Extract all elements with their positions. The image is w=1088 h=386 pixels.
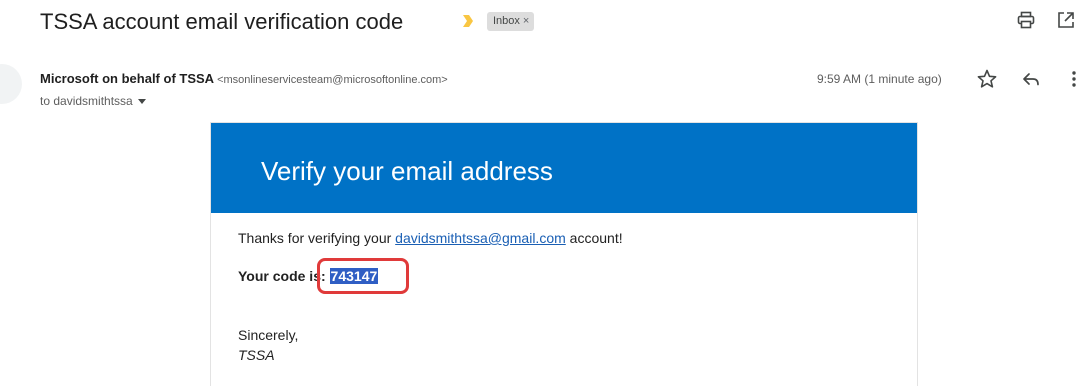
thanks-suffix: account!: [565, 230, 623, 246]
message-timestamp: 9:59 AM (1 minute ago): [817, 72, 942, 86]
email-view: TSSA account email verification code Inb…: [0, 0, 1088, 386]
closing-text: Sincerely,: [238, 327, 299, 343]
inbox-label-text: Inbox: [493, 15, 520, 27]
banner-title: Verify your email address: [261, 156, 553, 186]
thanks-prefix: Thanks for verifying your: [238, 230, 396, 246]
sender-email: <msonlineservicesteam@microsoftonline.co…: [217, 74, 448, 86]
open-in-new-window-icon[interactable]: [1056, 10, 1076, 30]
print-icon[interactable]: [1016, 10, 1036, 30]
recipient-details-toggle[interactable]: to davidsmithtssa: [40, 94, 146, 108]
inbox-label-chip: Inbox ×: [487, 12, 535, 31]
star-icon[interactable]: [976, 68, 998, 90]
chevron-down-icon: [137, 99, 146, 105]
sender-name[interactable]: Microsoft on behalf of TSSA: [40, 71, 214, 86]
email-banner: Verify your email address: [211, 123, 917, 213]
email-body-card: Verify your email address Thanks for ver…: [210, 122, 918, 386]
sender-avatar[interactable]: [0, 64, 22, 104]
sender-info: Microsoft on behalf of TSSA <msonlineserv…: [40, 70, 448, 89]
recipient-text: to davidsmithtssa: [40, 94, 133, 108]
code-label: Your code is:: [238, 268, 330, 284]
email-subject: TSSA account email verification code: [40, 9, 404, 34]
more-vertical-icon[interactable]: [1063, 68, 1085, 90]
remove-label-button[interactable]: ×: [523, 15, 529, 27]
signature-text: TSSA: [238, 347, 275, 363]
importance-marker-icon[interactable]: [462, 14, 474, 28]
thanks-message: Thanks for verifying your davidsmithtssa…: [238, 230, 623, 246]
email-address-link[interactable]: davidsmithtssa@gmail.com: [395, 230, 566, 246]
code-annotation-box: [317, 258, 409, 294]
reply-icon[interactable]: [1020, 68, 1042, 90]
